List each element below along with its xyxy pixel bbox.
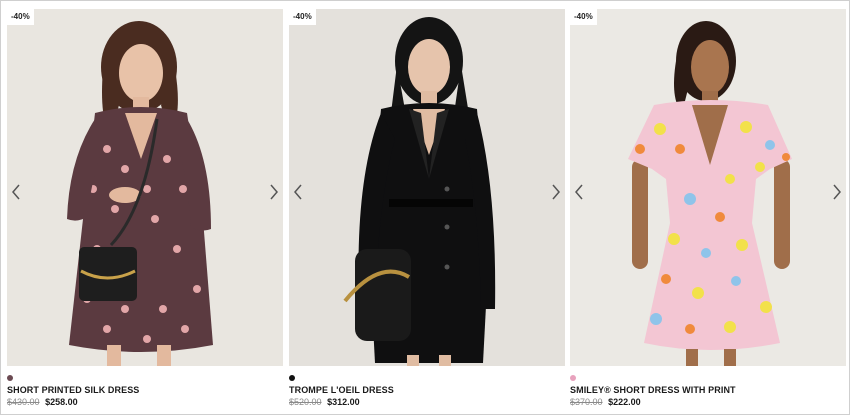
product-image[interactable]: -40%: [289, 9, 565, 366]
product-meta: SHORT PRINTED SILK DRESS $430.00 $258.00: [7, 369, 283, 407]
product-name[interactable]: TROMPE L'OEIL DRESS: [289, 385, 565, 395]
chevron-right-icon: [833, 184, 841, 200]
discount-badge: -40%: [7, 9, 34, 25]
carousel-prev-button[interactable]: [572, 181, 586, 203]
carousel-next-button[interactable]: [549, 181, 563, 203]
product-card-3[interactable]: -40% SMILEY® SHORT DRESS WITH PRINT $370…: [570, 9, 846, 407]
discount-badge: -40%: [570, 9, 597, 25]
carousel-prev-button[interactable]: [291, 181, 305, 203]
product-price: $370.00 $222.00: [570, 397, 846, 407]
product-image[interactable]: -40%: [570, 9, 846, 366]
original-price: $520.00: [289, 397, 322, 407]
color-swatch[interactable]: [570, 375, 576, 381]
sale-price: $222.00: [608, 397, 641, 407]
product-card-2[interactable]: -40% TROMPE L'OEIL DRESS $520.00 $312.00: [289, 9, 565, 407]
product-price: $520.00 $312.00: [289, 397, 565, 407]
carousel-next-button[interactable]: [830, 181, 844, 203]
chevron-left-icon: [12, 184, 20, 200]
carousel-prev-button[interactable]: [9, 181, 23, 203]
model-photo-smiley-print-dress: [628, 21, 792, 366]
carousel-next-button[interactable]: [267, 181, 281, 203]
model-photo-black-blazer-dress: [343, 17, 496, 366]
chevron-left-icon: [294, 184, 302, 200]
sale-price: $312.00: [327, 397, 360, 407]
product-name[interactable]: SHORT PRINTED SILK DRESS: [7, 385, 283, 395]
original-price: $370.00: [570, 397, 603, 407]
chevron-right-icon: [552, 184, 560, 200]
product-price: $430.00 $258.00: [7, 397, 283, 407]
model-photo-printed-silk-dress: [67, 21, 213, 366]
sale-price: $258.00: [45, 397, 78, 407]
color-swatch[interactable]: [289, 375, 295, 381]
original-price: $430.00: [7, 397, 40, 407]
discount-badge: -40%: [289, 9, 316, 25]
product-meta: SMILEY® SHORT DRESS WITH PRINT $370.00 $…: [570, 369, 846, 407]
color-swatch[interactable]: [7, 375, 13, 381]
product-meta: TROMPE L'OEIL DRESS $520.00 $312.00: [289, 369, 565, 407]
product-card-1[interactable]: -40% SHORT PRINTED SILK DRESS $430.00 $2…: [7, 9, 283, 407]
product-name[interactable]: SMILEY® SHORT DRESS WITH PRINT: [570, 385, 846, 395]
chevron-left-icon: [575, 184, 583, 200]
product-image[interactable]: -40%: [7, 9, 283, 366]
chevron-right-icon: [270, 184, 278, 200]
